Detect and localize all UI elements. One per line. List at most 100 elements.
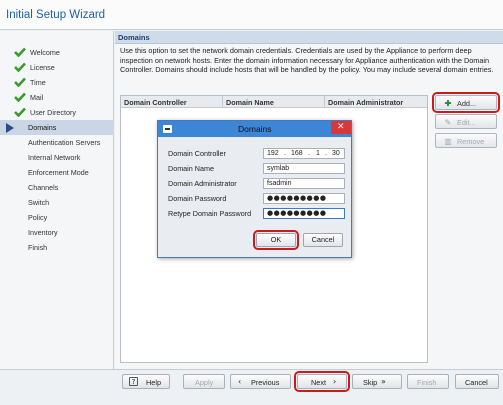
ip-dot: .: [284, 150, 286, 157]
finish-button[interactable]: Finish: [407, 374, 449, 389]
domain-administrator-input[interactable]: fsadmin: [263, 178, 345, 189]
step-label: Finish: [28, 243, 48, 252]
app-icon: [163, 125, 172, 133]
window-title: Initial Setup Wizard: [6, 9, 106, 21]
next-button[interactable]: Next ›: [294, 371, 350, 392]
step-label: User Directory: [30, 108, 76, 117]
ip-dot: .: [308, 150, 310, 157]
edit-button-label: Edit...: [457, 118, 476, 127]
table-header: Domain Controller Domain Name Domain Adm…: [121, 96, 427, 108]
step-enforcement-mode[interactable]: Enforcement Mode: [0, 165, 114, 180]
step-label: Inventory: [28, 228, 58, 237]
close-icon: ✕: [337, 122, 345, 132]
wizard-cancel-button-label: Cancel: [465, 378, 488, 387]
section-header: Domains: [115, 31, 503, 44]
retype-password-row: Retype Domain Password ●●●●●●●●●: [168, 208, 348, 219]
remove-button[interactable]: ▥ Remove: [435, 133, 497, 148]
add-button[interactable]: ✚ Add...: [432, 92, 500, 113]
retype-password-label: Retype Domain Password: [168, 209, 252, 218]
ip-octet-4[interactable]: 30: [332, 149, 340, 158]
domain-administrator-row: Domain Administrator fsadmin: [168, 178, 348, 189]
step-internal-network[interactable]: Internal Network: [0, 150, 114, 165]
skip-button[interactable]: Skip »: [352, 374, 402, 389]
finish-button-label: Finish: [417, 378, 437, 387]
step-domains[interactable]: Domains: [0, 120, 114, 135]
step-policy[interactable]: Policy: [0, 210, 114, 225]
apply-button[interactable]: Apply: [183, 374, 225, 389]
step-inventory[interactable]: Inventory: [0, 225, 114, 240]
step-label: Mail: [30, 93, 44, 102]
ok-button[interactable]: OK: [253, 230, 299, 250]
wizard-footer: ? Help Apply ‹ Previous Next › Skip » Fi…: [0, 369, 503, 405]
step-mail[interactable]: Mail: [0, 90, 114, 105]
domain-controller-row: Domain Controller 192 . 168 . 1 . 30: [168, 148, 348, 159]
section-description: Use this option to set the network domai…: [120, 46, 494, 75]
wizard-steps-sidebar: Welcome License Time Mail User Directory…: [0, 31, 114, 369]
domain-password-row: Domain Password ●●●●●●●●●: [168, 193, 348, 204]
help-button[interactable]: ? Help: [122, 374, 170, 389]
domain-name-label: Domain Name: [168, 164, 214, 173]
dialog-title: Domains: [238, 124, 272, 134]
apply-button-label: Apply: [195, 378, 214, 387]
ip-octet-1[interactable]: 192: [267, 149, 279, 158]
step-label: Welcome: [30, 48, 60, 57]
step-label: Internal Network: [28, 153, 81, 162]
step-welcome[interactable]: Welcome: [0, 45, 114, 60]
chevron-left-icon: ‹: [238, 377, 242, 386]
double-chevron-right-icon: »: [381, 377, 386, 386]
step-label: Policy: [28, 213, 48, 222]
column-header-domain-administrator[interactable]: Domain Administrator: [328, 98, 403, 107]
step-label: Channels: [28, 183, 59, 192]
current-step-arrow-icon: [6, 123, 14, 133]
help-button-label: Help: [146, 378, 162, 387]
pencil-icon: ✎: [444, 118, 452, 127]
column-header-domain-name[interactable]: Domain Name: [226, 98, 274, 107]
ip-octet-2[interactable]: 168: [291, 149, 303, 158]
previous-button-label: Previous: [251, 378, 280, 387]
step-label: Enforcement Mode: [28, 168, 89, 177]
step-label: Authentication Servers: [28, 138, 101, 147]
skip-button-label: Skip: [363, 378, 378, 387]
domain-password-input[interactable]: ●●●●●●●●●: [263, 193, 345, 204]
column-divider[interactable]: [222, 96, 223, 108]
retype-password-input[interactable]: ●●●●●●●●●: [263, 208, 345, 219]
next-button-label: Next: [311, 378, 327, 387]
trash-icon: ▥: [444, 137, 452, 146]
section-title: Domains: [118, 33, 150, 42]
dialog-title-bar[interactable]: Domains ✕: [158, 121, 351, 137]
help-icon: ?: [129, 377, 138, 386]
domains-dialog: Domains ✕ Domain Controller 192 . 168 . …: [157, 120, 352, 258]
column-divider[interactable]: [324, 96, 325, 108]
domain-password-label: Domain Password: [168, 194, 227, 203]
step-time[interactable]: Time: [0, 75, 114, 90]
check-icon: [14, 92, 26, 102]
remove-button-label: Remove: [457, 137, 485, 146]
plus-icon: ✚: [444, 99, 452, 108]
cancel-button[interactable]: Cancel: [303, 233, 343, 247]
step-license[interactable]: License: [0, 60, 114, 75]
dialog-close-button[interactable]: ✕: [331, 121, 351, 134]
edit-button[interactable]: ✎ Edit...: [435, 114, 497, 129]
ip-dot: .: [325, 150, 327, 157]
domain-name-input[interactable]: symlab: [263, 163, 345, 174]
chevron-right-icon: ›: [333, 377, 337, 386]
domain-administrator-label: Domain Administrator: [168, 179, 237, 188]
step-authentication-servers[interactable]: Authentication Servers: [0, 135, 114, 150]
domain-controller-label: Domain Controller: [168, 149, 226, 158]
step-finish[interactable]: Finish: [0, 240, 114, 255]
domain-controller-ip-input[interactable]: 192 . 168 . 1 . 30: [263, 148, 345, 159]
wizard-cancel-button[interactable]: Cancel: [455, 374, 499, 389]
domain-name-row: Domain Name symlab: [168, 163, 348, 174]
step-label: Domains: [28, 123, 57, 132]
step-label: Switch: [28, 198, 50, 207]
step-switch[interactable]: Switch: [0, 195, 114, 210]
check-icon: [14, 107, 26, 117]
check-icon: [14, 62, 26, 72]
check-icon: [14, 47, 26, 57]
step-label: License: [30, 63, 55, 72]
column-header-domain-controller[interactable]: Domain Controller: [124, 98, 187, 107]
step-user-directory[interactable]: User Directory: [0, 105, 114, 120]
step-channels[interactable]: Channels: [0, 180, 114, 195]
ip-octet-3[interactable]: 1: [316, 149, 320, 158]
previous-button[interactable]: ‹ Previous: [230, 374, 291, 389]
